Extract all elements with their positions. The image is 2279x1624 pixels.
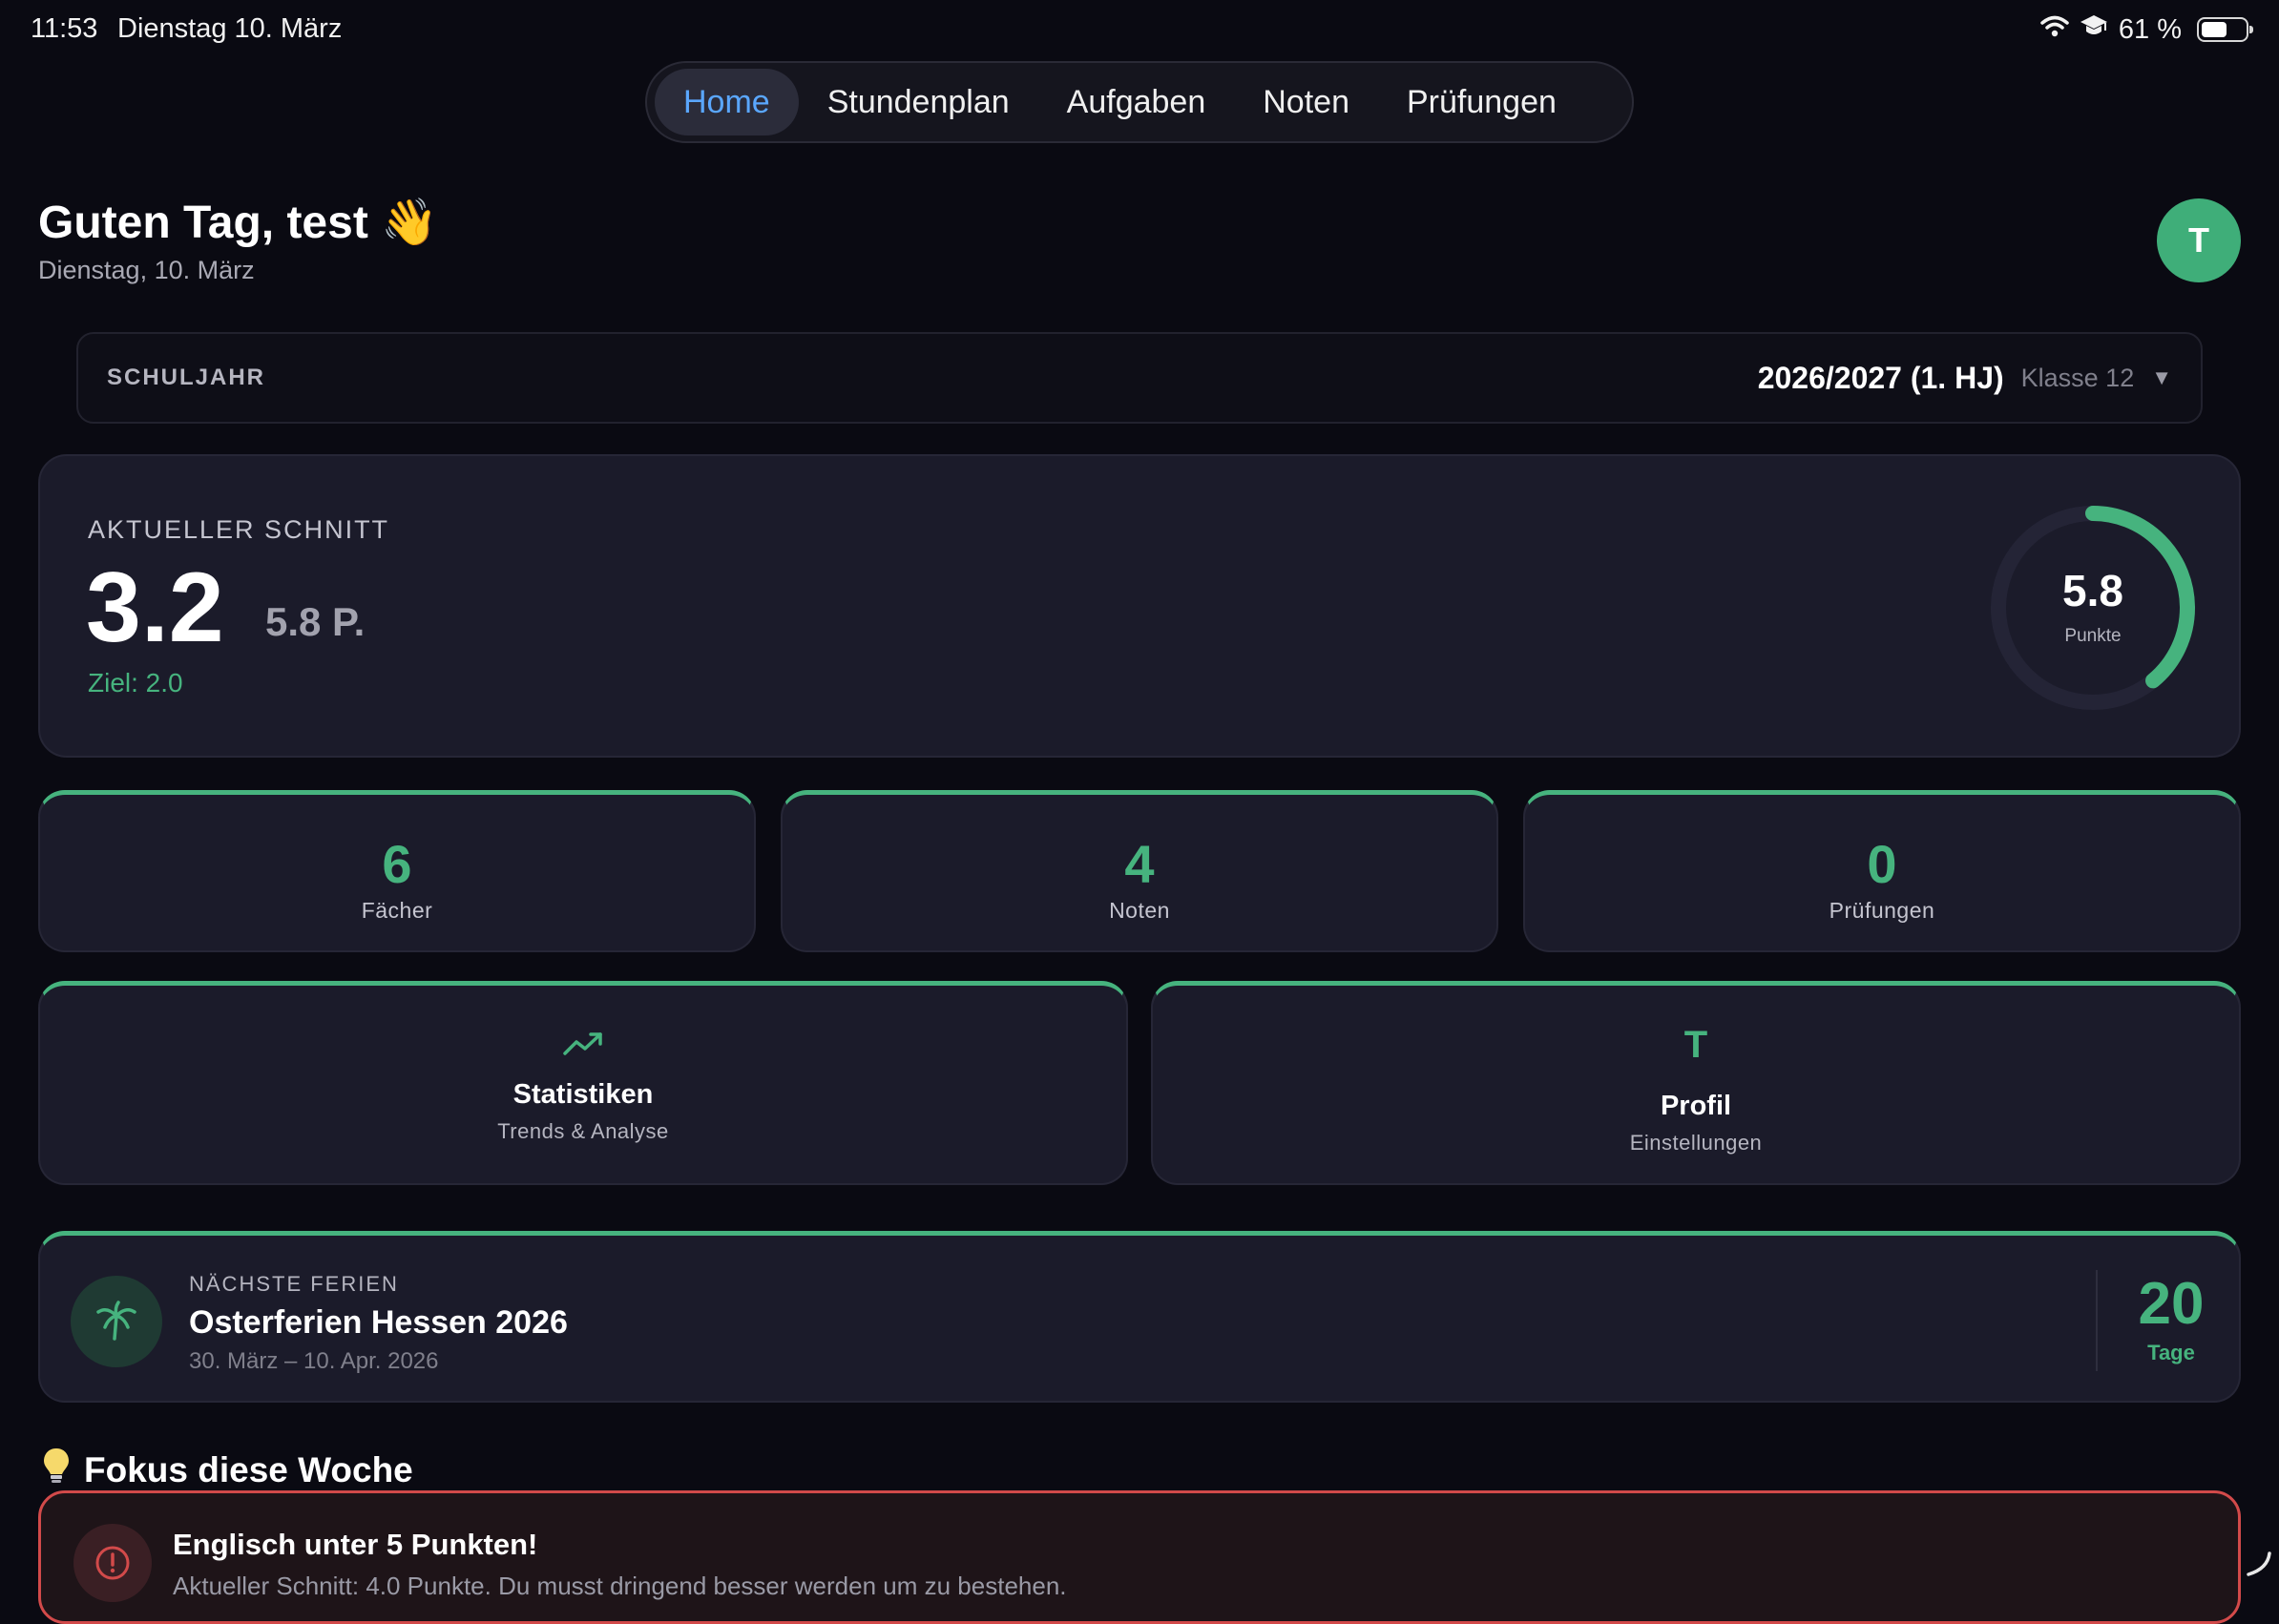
status-time: 11:53 xyxy=(31,13,98,44)
next-holiday-card[interactable]: NÄCHSTE FERIEN Osterferien Hessen 2026 3… xyxy=(38,1231,2241,1403)
stat-label: Prüfungen xyxy=(1829,898,1935,923)
stat-value: 0 xyxy=(1867,834,1897,894)
class-label: Klasse 12 xyxy=(2020,363,2135,392)
chevron-down-icon: ▼ xyxy=(2151,365,2172,389)
school-year-label: SCHULJAHR xyxy=(107,364,266,390)
tab-stundenplan[interactable]: Stundenplan xyxy=(799,69,1038,135)
school-year-value: 2026/2027 (1. HJ) xyxy=(1757,360,2004,395)
greeting-title: Guten Tag, test 👋 xyxy=(38,198,438,248)
status-indicators: 61 % xyxy=(2040,13,2253,46)
wifi-icon xyxy=(2040,14,2069,46)
alert-circle-icon xyxy=(73,1524,152,1602)
average-goal: Ziel: 2.0 xyxy=(88,668,183,697)
stat-value: 4 xyxy=(1124,834,1155,894)
stat-label: Fächer xyxy=(361,898,433,923)
ring-label: Punkte xyxy=(2064,626,2122,646)
statistics-card[interactable]: Statistiken Trends & Analyse xyxy=(38,981,1128,1185)
profile-initial: T xyxy=(1683,1024,1708,1066)
tab-pruefungen[interactable]: Prüfungen xyxy=(1378,69,1585,135)
stat-value: 6 xyxy=(382,834,412,894)
average-card: AKTUELLER SCHNITT 3.2 5.8 P. Ziel: 2.0 5… xyxy=(38,454,2241,758)
profile-card[interactable]: T Profil Einstellungen xyxy=(1151,981,2241,1185)
palm-tree-icon xyxy=(71,1276,162,1367)
trending-up-icon xyxy=(40,1030,1126,1063)
profile-title: Profil xyxy=(1660,1091,1732,1121)
statistics-subtitle: Trends & Analyse xyxy=(497,1119,669,1143)
alert-text: Aktueller Schnitt: 4.0 Punkte. Du musst … xyxy=(173,1572,1067,1600)
battery-percent: 61 % xyxy=(2118,13,2182,45)
main-tab-bar: Home Stundenplan Aufgaben Noten Prüfunge… xyxy=(645,61,1634,143)
statistics-title: Statistiken xyxy=(512,1079,654,1110)
stat-label: Noten xyxy=(1109,898,1170,923)
tab-home[interactable]: Home xyxy=(655,69,799,135)
divider xyxy=(2096,1270,2098,1371)
school-year-selector[interactable]: SCHULJAHR 2026/2027 (1. HJ) Klasse 12 ▼ xyxy=(76,332,2203,424)
tab-aufgaben[interactable]: Aufgaben xyxy=(1038,69,1235,135)
avatar[interactable]: T xyxy=(2157,198,2241,282)
school-year-value-group: 2026/2027 (1. HJ) Klasse 12 ▼ xyxy=(1758,361,2172,396)
focus-heading: Fokus diese Woche xyxy=(42,1447,413,1493)
holiday-title: Osterferien Hessen 2026 xyxy=(189,1304,568,1341)
scroll-indicator xyxy=(2243,1550,2271,1583)
average-points: 5.8 P. xyxy=(265,599,366,644)
ring-value: 5.8 xyxy=(2062,566,2123,615)
status-date: Dienstag 10. März xyxy=(117,13,343,44)
focus-title: Fokus diese Woche xyxy=(84,1449,413,1489)
holiday-days-label: Tage xyxy=(2147,1341,2195,1364)
tab-noten[interactable]: Noten xyxy=(1234,69,1378,135)
alert-title: Englisch unter 5 Punkten! xyxy=(173,1528,538,1561)
stat-card-noten[interactable]: 4 Noten xyxy=(781,790,1498,952)
profile-subtitle: Einstellungen xyxy=(1629,1131,1763,1155)
focus-alert-card[interactable]: Englisch unter 5 Punkten! Aktueller Schn… xyxy=(38,1490,2241,1624)
holiday-dates: 30. März – 10. Apr. 2026 xyxy=(189,1348,439,1374)
holiday-days-count: 20 xyxy=(2138,1271,2205,1337)
stat-card-pruefungen[interactable]: 0 Prüfungen xyxy=(1523,790,2241,952)
graduation-cap-icon xyxy=(2079,13,2109,46)
holiday-label: NÄCHSTE FERIEN xyxy=(189,1272,399,1296)
lightbulb-icon xyxy=(42,1447,71,1493)
stat-card-faecher[interactable]: 6 Fächer xyxy=(38,790,756,952)
battery-icon xyxy=(2197,17,2253,42)
average-label: AKTUELLER SCHNITT xyxy=(88,515,390,544)
greeting-date: Dienstag, 10. März xyxy=(38,256,255,284)
battery-fill xyxy=(2202,22,2227,37)
average-grade: 3.2 xyxy=(86,552,224,663)
